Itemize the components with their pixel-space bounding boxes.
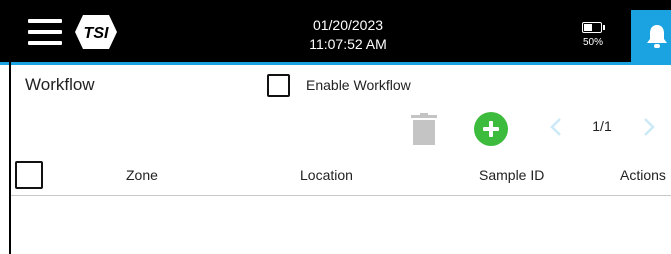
bell-icon [647, 25, 667, 48]
date-text: 01/20/2023 [312, 17, 384, 33]
hamburger-menu-icon[interactable] [28, 19, 62, 45]
notifications-button[interactable] [631, 10, 671, 62]
page-indicator: 1/1 [592, 118, 612, 134]
column-header-actions: Actions [620, 167, 666, 183]
delete-button[interactable] [411, 113, 437, 150]
time-text: 11:07:52 AM [309, 36, 387, 52]
datetime: 01/20/2023 11:07:52 AM [290, 16, 406, 54]
chevron-left-icon[interactable] [549, 117, 563, 137]
add-icon[interactable] [474, 112, 508, 146]
top-bar: TSI 01/20/2023 11:07:52 AM 50% [0, 0, 671, 65]
select-all-checkbox[interactable] [15, 161, 43, 189]
column-header-sample-id: Sample ID [479, 167, 545, 183]
table-header: Zone Location Sample ID Actions [11, 156, 671, 196]
page-title: Workflow [25, 75, 95, 94]
battery-status: 50% [580, 22, 606, 48]
enable-workflow-checkbox[interactable] [267, 74, 290, 97]
enable-workflow-label: Enable Workflow [306, 77, 411, 93]
column-header-location: Location [300, 167, 353, 183]
svg-text:TSI: TSI [84, 25, 109, 42]
battery-percent: 50% [582, 37, 603, 49]
chevron-right-icon[interactable] [642, 117, 656, 137]
battery-icon [581, 22, 602, 33]
column-header-zone: Zone [126, 167, 158, 183]
trash-icon [411, 113, 437, 145]
tsi-logo: TSI [75, 13, 117, 51]
